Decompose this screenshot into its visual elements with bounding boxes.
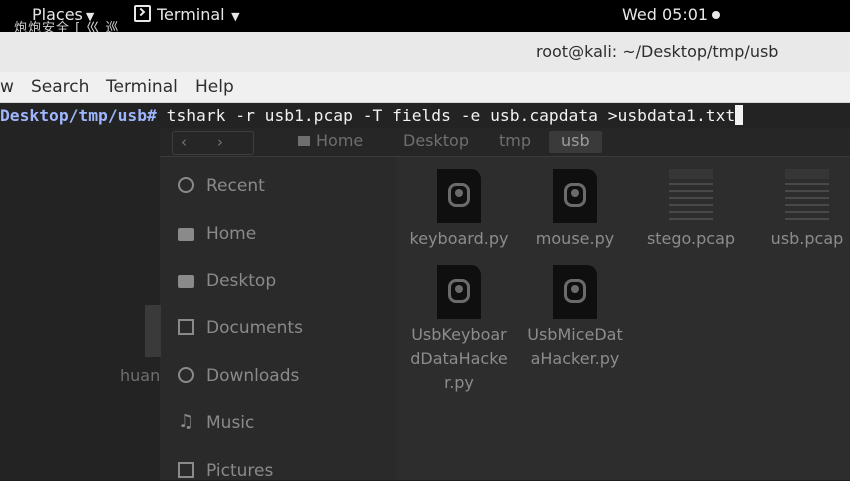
text-cursor bbox=[735, 105, 744, 125]
sidebar-item-music[interactable]: Music bbox=[178, 413, 254, 433]
file-name-line: r.py bbox=[444, 373, 474, 392]
terminal-app-label: Terminal bbox=[157, 5, 225, 24]
file-usbkeyboarddatahacker-py[interactable]: UsbKeyboar dDataHacke r.py bbox=[400, 265, 518, 395]
python-file-icon bbox=[437, 265, 481, 319]
breadcrumb-home-label: Home bbox=[316, 131, 364, 150]
file-name: stego.pcap bbox=[646, 229, 736, 248]
pcap-file-icon bbox=[669, 169, 713, 223]
menu-help[interactable]: Help bbox=[195, 77, 234, 97]
clock-label: Wed 05:01 bbox=[622, 5, 709, 24]
sidebar-item-label: Home bbox=[206, 224, 257, 244]
chevron-down-icon: ▼ bbox=[227, 10, 240, 23]
menu-terminal[interactable]: Terminal bbox=[106, 77, 178, 97]
menu-view[interactable]: w bbox=[0, 77, 14, 97]
shell-prompt: Desktop/tmp/usb# bbox=[0, 106, 157, 125]
background-window-fragment bbox=[145, 305, 161, 357]
file-stego-pcap[interactable]: stego.pcap bbox=[632, 169, 750, 251]
file-name: mouse.py bbox=[535, 229, 615, 248]
python-file-icon bbox=[553, 169, 597, 223]
file-usb-pcap[interactable]: usb.pcap bbox=[748, 169, 850, 251]
window-title: root@kali: ~/Desktop/tmp/usb bbox=[536, 42, 779, 61]
clock-icon bbox=[178, 177, 194, 193]
terminal-command-line[interactable]: Desktop/tmp/usb# tshark -r usb1.pcap -T … bbox=[0, 104, 744, 128]
breadcrumb-desktop[interactable]: Desktop bbox=[403, 131, 469, 153]
sidebar-item-desktop[interactable]: Desktop bbox=[178, 271, 276, 291]
file-manager-toolbar: ‹ › Home Desktop tmp usb bbox=[160, 128, 850, 157]
clock[interactable]: Wed 05:01 bbox=[622, 5, 721, 24]
breadcrumb-tmp[interactable]: tmp bbox=[499, 131, 531, 153]
terminal-icon bbox=[134, 5, 151, 22]
file-mouse-py[interactable]: mouse.py bbox=[516, 169, 634, 251]
breadcrumb-home[interactable]: Home bbox=[298, 131, 363, 153]
file-keyboard-py[interactable]: keyboard.py bbox=[400, 169, 518, 251]
file-name-line: UsbKeyboar bbox=[411, 325, 507, 344]
python-file-icon bbox=[553, 265, 597, 319]
nav-buttons[interactable]: ‹ › bbox=[172, 131, 254, 155]
file-name-line: dDataHacke bbox=[410, 349, 508, 368]
top-panel: Places ▼ 炮炮安全 [ 巛 巡 Terminal ▼ Wed 05:01 bbox=[0, 0, 850, 36]
music-icon bbox=[178, 414, 194, 430]
sidebar-item-label: Music bbox=[206, 413, 255, 433]
sidebar-item-home[interactable]: Home bbox=[178, 224, 256, 244]
back-arrow-icon[interactable]: ‹ bbox=[181, 133, 187, 151]
home-icon bbox=[298, 136, 310, 146]
sidebar-item-pictures[interactable]: Pictures bbox=[178, 461, 273, 481]
file-usbmicedatahacker-py[interactable]: UsbMiceDat aHacker.py bbox=[516, 265, 634, 371]
terminal-titlebar[interactable]: root@kali: ~/Desktop/tmp/usb bbox=[0, 32, 850, 72]
file-grid: keyboard.py mouse.py stego.pcap usb.pcap… bbox=[396, 157, 850, 480]
document-icon bbox=[178, 319, 194, 335]
terminal-app-menu[interactable]: Terminal ▼ bbox=[134, 5, 240, 24]
folder-icon bbox=[178, 275, 194, 288]
breadcrumb-usb[interactable]: usb bbox=[549, 131, 602, 153]
file-name: usb.pcap bbox=[770, 229, 844, 248]
sidebar-item-recent[interactable]: Recent bbox=[178, 176, 265, 196]
python-file-icon bbox=[437, 169, 481, 223]
file-manager-sidebar: Recent Home Desktop Documents Downloads … bbox=[160, 157, 396, 481]
picture-icon bbox=[178, 462, 194, 478]
background-label: huan bbox=[120, 366, 161, 385]
notification-dot-icon bbox=[712, 11, 721, 19]
pcap-file-icon bbox=[785, 169, 829, 223]
sidebar-item-downloads[interactable]: Downloads bbox=[178, 366, 299, 386]
sidebar-item-label: Desktop bbox=[206, 271, 277, 291]
menu-search[interactable]: Search bbox=[31, 77, 89, 97]
sidebar-item-label: Downloads bbox=[206, 366, 300, 386]
shell-command: tshark -r usb1.pcap -T fields -e usb.cap… bbox=[156, 106, 736, 125]
home-icon bbox=[178, 228, 194, 241]
sidebar-item-label: Recent bbox=[206, 176, 265, 196]
download-icon bbox=[178, 367, 194, 383]
sidebar-item-documents[interactable]: Documents bbox=[178, 318, 303, 338]
sidebar-item-label: Documents bbox=[206, 318, 303, 338]
sidebar-item-label: Pictures bbox=[206, 461, 274, 481]
file-name-line: aHacker.py bbox=[530, 349, 620, 368]
file-name: keyboard.py bbox=[409, 229, 509, 248]
file-manager-window: ‹ › Home Desktop tmp usb Recent Home Des… bbox=[160, 128, 850, 481]
terminal-menubar: w Search Terminal Help bbox=[0, 72, 850, 103]
file-name-line: UsbMiceDat bbox=[527, 325, 623, 344]
forward-arrow-icon[interactable]: › bbox=[217, 133, 223, 151]
